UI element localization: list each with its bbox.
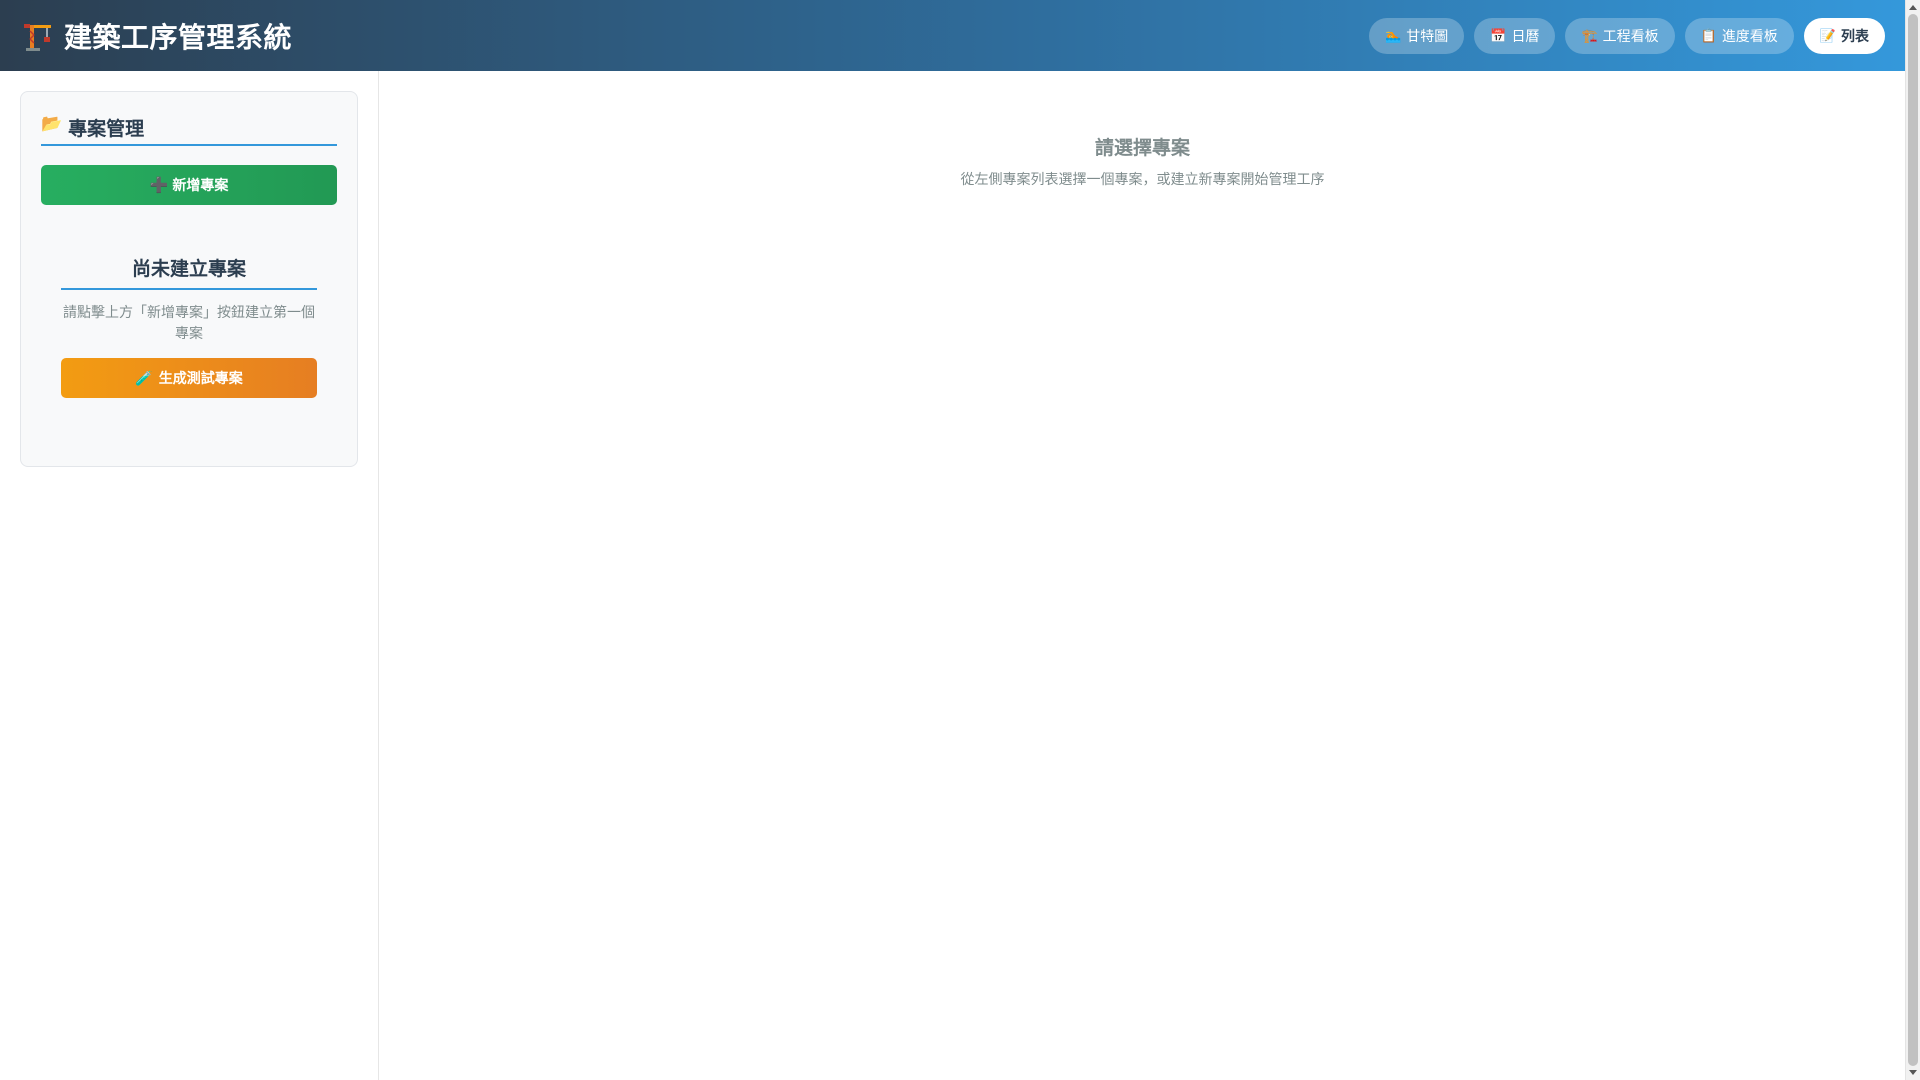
nav-list-label: 列表	[1841, 27, 1869, 44]
main-content: 請選擇專案 從左側專案列表選擇一個專案，或建立新專案開始管理工序	[380, 71, 1905, 1080]
new-project-label: 新增專案	[172, 177, 229, 193]
folder-icon: 📂	[41, 114, 63, 134]
project-panel: 📂 專案管理 ➕ 新增專案 尚未建立專案 請點擊上方「新增專案」按鈕建立第一個專…	[20, 91, 358, 467]
scroll-down-arrow-icon[interactable]	[1909, 1070, 1917, 1075]
construction-icon: 🏗️	[1581, 27, 1598, 43]
nav-construction-board-button[interactable]: 🏗️ 工程看板	[1565, 17, 1675, 54]
app-root: 建築工序管理系統 🏊 甘特圖 📅 日曆 🏗️ 工程看板 📋 進度看板 📝 列表	[0, 0, 1920, 1080]
generate-test-project-button[interactable]: 🧪 生成測試專案	[61, 358, 317, 398]
test-tube-icon: 🧪	[135, 369, 153, 386]
new-project-button[interactable]: ➕ 新增專案	[41, 165, 337, 205]
main-empty-desc: 從左側專案列表選擇一個專案，或建立新專案開始管理工序	[960, 172, 1325, 188]
view-nav: 🏊 甘特圖 📅 日曆 🏗️ 工程看板 📋 進度看板 📝 列表	[1369, 17, 1885, 54]
calendar-icon: 📅	[1490, 27, 1507, 43]
gantt-icon: 🏊	[1385, 27, 1402, 43]
nav-calendar-button[interactable]: 📅 日曆	[1474, 17, 1556, 54]
memo-icon: 📝	[1819, 27, 1836, 43]
plus-icon: ➕	[149, 177, 169, 194]
page-scrollbar[interactable]	[1905, 0, 1920, 1080]
sidebar: 📂 專案管理 ➕ 新增專案 尚未建立專案 請點擊上方「新增專案」按鈕建立第一個專…	[0, 71, 379, 1080]
project-panel-title: 專案管理	[68, 118, 145, 140]
scroll-up-arrow-icon[interactable]	[1909, 5, 1917, 10]
app-title: 建築工序管理系統	[64, 20, 293, 54]
crane-icon	[20, 18, 56, 54]
nav-progress-board-button[interactable]: 📋 進度看板	[1684, 17, 1794, 54]
main-empty-title: 請選擇專案	[1094, 137, 1190, 159]
scroll-thumb[interactable]	[1908, 14, 1918, 1066]
nav-list-button[interactable]: 📝 列表	[1803, 17, 1885, 54]
empty-state-title: 尚未建立專案	[61, 254, 317, 290]
nav-construction-board-label: 工程看板	[1602, 27, 1659, 44]
generate-test-project-label: 生成測試專案	[158, 370, 243, 386]
project-panel-header: 📂 專案管理	[41, 114, 337, 146]
nav-gantt-label: 甘特圖	[1406, 27, 1449, 44]
brand: 建築工序管理系統	[20, 16, 292, 56]
nav-calendar-label: 日曆	[1511, 27, 1540, 44]
top-header: 建築工序管理系統 🏊 甘特圖 📅 日曆 🏗️ 工程看板 📋 進度看板 📝 列表	[0, 0, 1905, 71]
empty-state-desc: 請點擊上方「新增專案」按鈕建立第一個專案	[63, 305, 315, 342]
nav-progress-board-label: 進度看板	[1721, 27, 1778, 44]
clipboard-icon: 📋	[1700, 27, 1717, 43]
nav-gantt-button[interactable]: 🏊 甘特圖	[1369, 17, 1465, 54]
